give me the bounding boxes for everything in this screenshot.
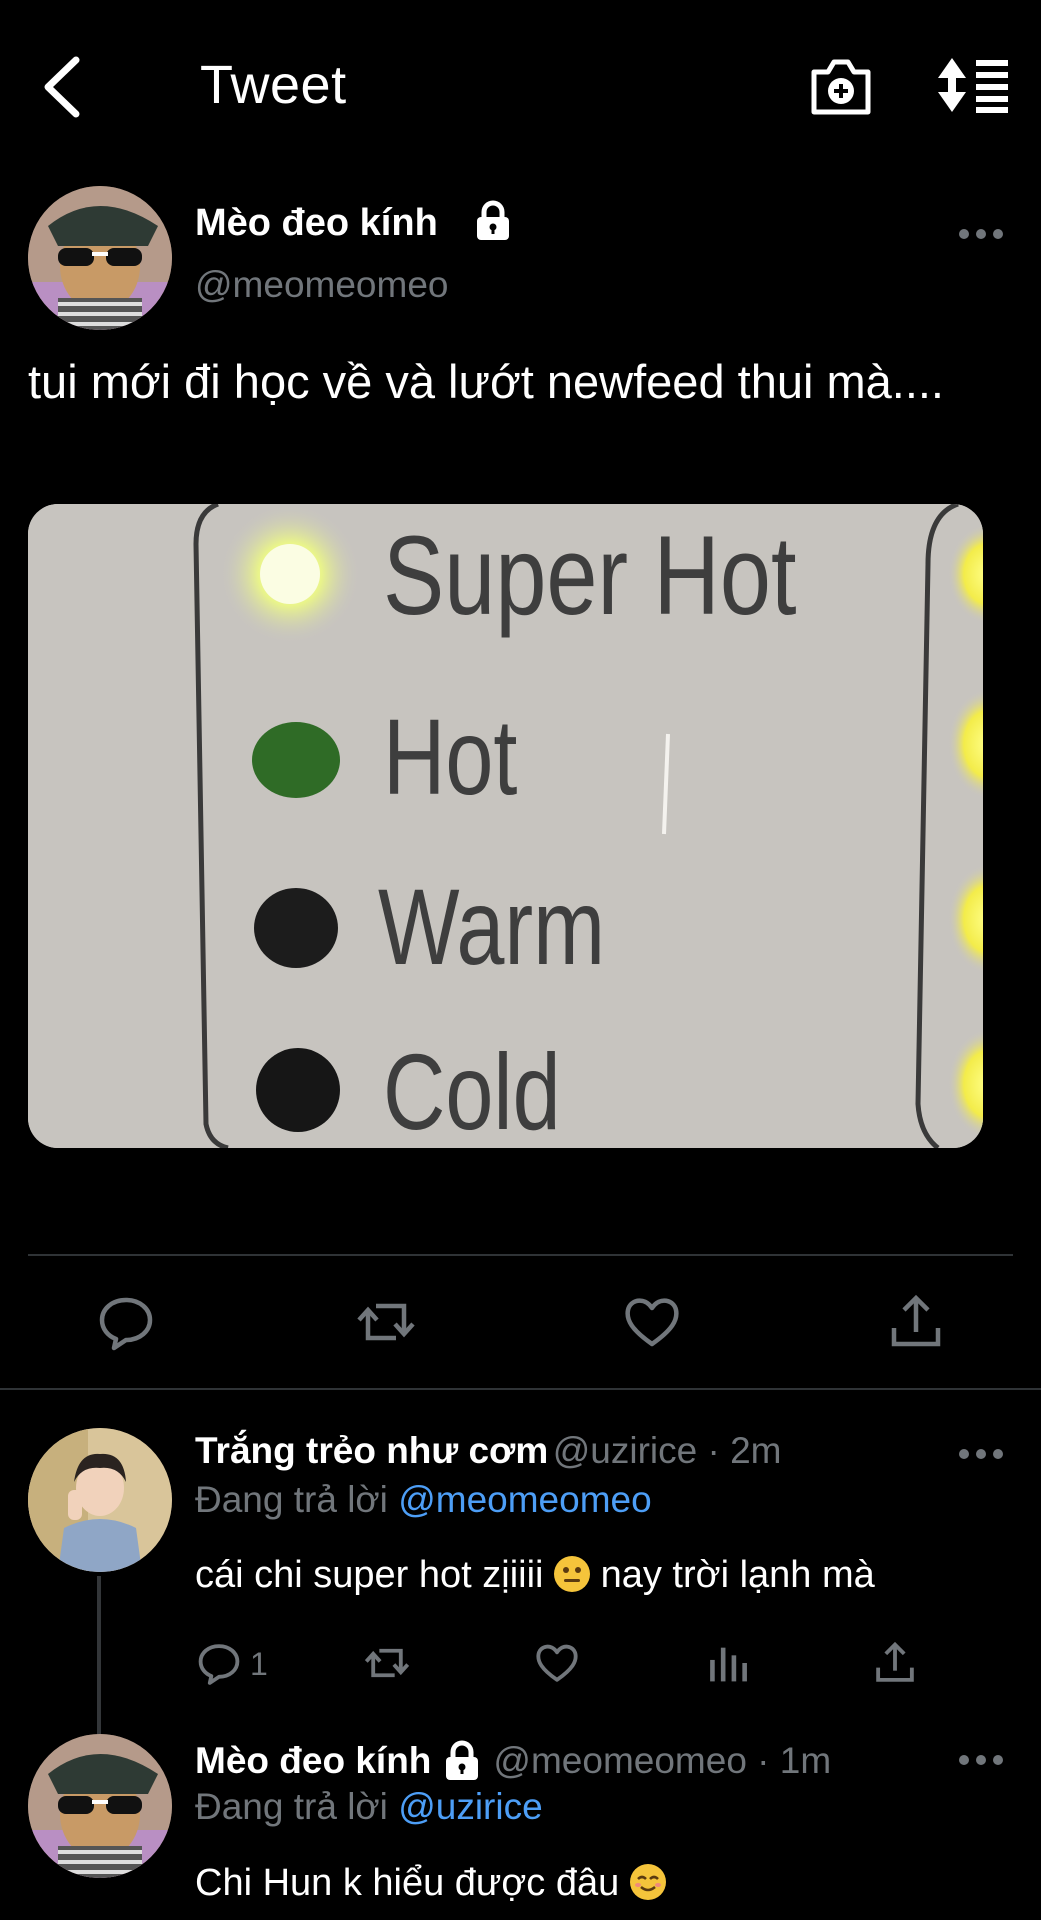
replying-to-label: Đang trả lời [195,1479,388,1520]
divider [28,1254,1013,1256]
avatar[interactable] [28,186,172,330]
reply-meta: @uzirice · 2m [552,1430,782,1471]
thread-connector [97,1576,101,1736]
analytics-icon[interactable] [704,1640,750,1686]
retweet-icon[interactable] [356,1292,416,1352]
mention-link[interactable]: @meomeomeo [398,1479,652,1520]
media-label-super-hot: Super Hot [383,512,796,638]
reply-author-name[interactable]: Trắng trẻo như cơm [195,1430,548,1471]
more-options-icon[interactable] [958,1446,1004,1462]
camera-add-icon[interactable] [808,56,874,118]
media-label-warm: Warm [378,866,605,987]
reply-text: cái chi super hot zịiiii nay trời lạnh m… [195,1554,875,1596]
share-icon[interactable] [886,1292,946,1352]
share-icon[interactable] [872,1640,918,1686]
author-handle[interactable]: @meomeomeo [195,264,449,306]
reply-author-name[interactable]: Mèo đeo kính [195,1740,431,1782]
reply-text: Chi Hun k hiểu được đâu [195,1862,666,1905]
tweet-media-image[interactable]: Super Hot Hot Warm Cold [28,504,983,1148]
reply-icon[interactable] [196,1640,242,1686]
mention-link[interactable]: @uzirice [398,1786,542,1827]
like-heart-icon[interactable] [534,1640,580,1686]
page-title: Tweet [200,55,347,115]
divider [0,1388,1041,1390]
neutral-face-emoji-icon [554,1556,591,1592]
reply-count: 1 [250,1646,268,1682]
tweet-text: tui mới đi học về và lướt newfeed thui m… [28,355,944,408]
like-heart-icon[interactable] [622,1292,682,1352]
reply-icon[interactable] [96,1292,156,1352]
more-options-icon[interactable] [958,1752,1004,1768]
sort-toggle-icon[interactable] [936,56,1010,114]
avatar[interactable] [28,1428,172,1572]
avatar[interactable] [28,1734,172,1878]
retweet-icon[interactable] [364,1640,410,1686]
back-arrow-icon[interactable] [36,52,96,122]
smiling-blush-emoji-icon [629,1864,666,1900]
lock-icon [446,1740,479,1780]
more-options-icon[interactable] [958,226,1004,242]
reply-meta: @meomeomeo · 1m [493,1740,832,1781]
replying-to-label: Đang trả lời [195,1786,388,1827]
lock-icon [477,200,509,240]
media-label-hot: Hot [383,696,517,817]
author-name[interactable]: Mèo đeo kính [195,202,438,245]
media-label-cold: Cold [383,1031,561,1148]
